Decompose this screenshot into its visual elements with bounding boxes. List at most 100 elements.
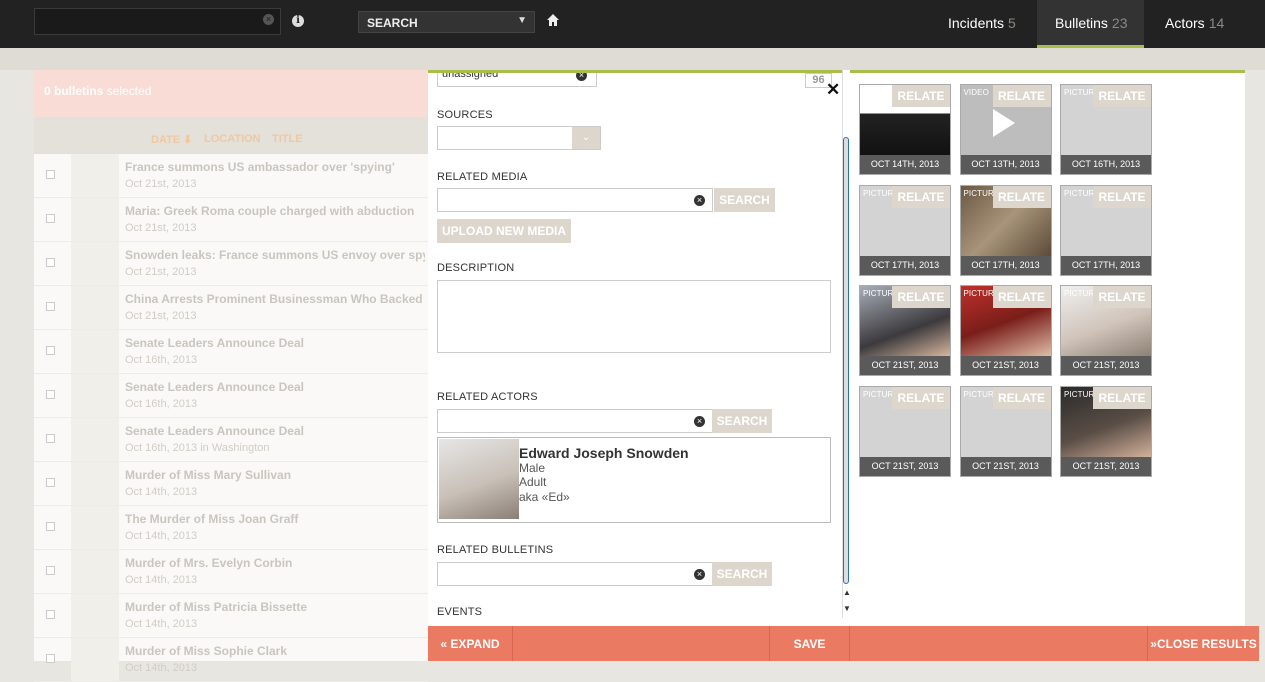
- media-tile[interactable]: PICTURE RELATE OCT 16TH, 2013: [1060, 84, 1152, 175]
- row-title[interactable]: Senate Leaders Announce Deal: [125, 380, 425, 394]
- sources-select[interactable]: ⌄: [437, 126, 601, 150]
- chevron-down-icon[interactable]: ⌄: [572, 127, 600, 149]
- table-row[interactable]: Murder of Miss Patricia Bissette Oct 14th…: [34, 594, 428, 638]
- media-tile[interactable]: PICTURE RELATE OCT 17TH, 2013: [1060, 184, 1152, 276]
- close-icon[interactable]: ✕: [826, 80, 840, 100]
- media-date: OCT 14TH, 2013: [860, 155, 950, 174]
- relate-button[interactable]: RELATE: [1093, 386, 1151, 409]
- row-title[interactable]: Murder of Miss Mary Sullivan: [125, 468, 425, 482]
- clear-icon[interactable]: ×: [694, 416, 705, 427]
- related-media-input[interactable]: ×: [437, 188, 713, 212]
- media-tile[interactable]: PICTURE RELATE OCT 17TH, 2013: [959, 184, 1052, 276]
- row-checkbox[interactable]: [46, 346, 55, 355]
- editor-scrollbar-thumb[interactable]: [843, 137, 849, 584]
- clear-icon[interactable]: ×: [263, 14, 274, 25]
- actor-card[interactable]: Edward Joseph Snowden Male Adult aka «Ed…: [437, 437, 831, 523]
- relate-button[interactable]: RELATE: [992, 85, 1051, 107]
- media-tile[interactable]: PICTURE RELATE OCT 21ST, 2013: [859, 285, 951, 376]
- row-checkbox[interactable]: [46, 610, 55, 619]
- related-media-label: RELATED MEDIA: [437, 171, 528, 183]
- search-mode-select[interactable]: SEARCH ▼: [358, 11, 535, 33]
- table-row[interactable]: The Murder of Miss Joan Graff Oct 14th, 2…: [34, 506, 428, 550]
- row-checkbox[interactable]: [46, 258, 55, 267]
- close-results-button[interactable]: »CLOSE RESULTS: [1148, 626, 1259, 661]
- table-row[interactable]: France summons US ambassador over 'spyin…: [34, 154, 428, 198]
- row-checkbox[interactable]: [46, 434, 55, 443]
- actor-photo: [439, 439, 519, 519]
- row-checkbox[interactable]: [46, 566, 55, 575]
- row-title[interactable]: Murder of Miss Sophie Clark: [125, 644, 425, 658]
- tab-actors[interactable]: Actors 14: [1147, 0, 1242, 48]
- column-title[interactable]: TITLE: [272, 133, 303, 145]
- bottom-action-bar: « EXPAND SAVE »CLOSE RESULTS: [428, 626, 1259, 661]
- table-row[interactable]: China Arrests Prominent Businessman Who …: [34, 286, 428, 330]
- media-tile[interactable]: PICTURE RELATE OCT 21ST, 2013: [1060, 385, 1152, 477]
- row-checkbox[interactable]: [46, 654, 55, 663]
- row-title[interactable]: Snowden leaks: France summons US envoy o…: [125, 248, 425, 262]
- table-row[interactable]: Senate Leaders Announce Deal Oct 16th, 20…: [34, 330, 428, 374]
- media-tile[interactable]: PICTURE RELATE OCT 21ST, 2013: [1060, 285, 1152, 376]
- media-tile[interactable]: VIDEO RELATE OCT 13TH, 2013: [959, 84, 1052, 175]
- description-textarea[interactable]: [437, 280, 831, 353]
- save-button[interactable]: SAVE: [770, 626, 849, 661]
- row-title[interactable]: Murder of Mrs. Evelyn Corbin: [125, 556, 425, 570]
- related-actors-input[interactable]: ×: [437, 409, 713, 433]
- expand-button[interactable]: « EXPAND: [428, 626, 512, 661]
- relate-button[interactable]: RELATE: [892, 85, 950, 107]
- relate-button[interactable]: RELATE: [992, 185, 1051, 208]
- row-checkbox[interactable]: [46, 170, 55, 179]
- column-location[interactable]: LOCATION: [204, 133, 261, 145]
- actor-aka: aka «Ed»: [519, 490, 570, 504]
- related-bulletins-input[interactable]: ×: [437, 562, 713, 586]
- tab-bulletins[interactable]: Bulletins 23: [1037, 0, 1144, 48]
- relate-button[interactable]: RELATE: [892, 185, 950, 208]
- media-tile[interactable]: PICTURE RELATE OCT 21ST, 2013: [959, 285, 1052, 376]
- relate-button[interactable]: RELATE: [992, 286, 1051, 308]
- home-icon[interactable]: [546, 13, 560, 27]
- row-date: Oct 16th, 2013: [125, 354, 198, 366]
- row-checkbox[interactable]: [46, 478, 55, 487]
- info-icon[interactable]: i: [292, 15, 304, 27]
- column-date[interactable]: DATE ⬇: [151, 133, 192, 146]
- search-input[interactable]: ×: [34, 8, 281, 35]
- table-row[interactable]: Maria: Greek Roma couple charged with ab…: [34, 198, 428, 242]
- related-actors-search-button[interactable]: SEARCH: [712, 409, 772, 433]
- relate-button[interactable]: RELATE: [992, 386, 1051, 409]
- row-title[interactable]: Senate Leaders Announce Deal: [125, 336, 425, 350]
- row-title[interactable]: The Murder of Miss Joan Graff: [125, 512, 425, 526]
- clear-icon[interactable]: ×: [694, 195, 705, 206]
- row-date: Oct 14th, 2013: [125, 662, 198, 674]
- row-checkbox[interactable]: [46, 214, 55, 223]
- row-title[interactable]: Maria: Greek Roma couple charged with ab…: [125, 204, 425, 218]
- relate-button[interactable]: RELATE: [1093, 185, 1151, 208]
- row-title[interactable]: China Arrests Prominent Businessman Who …: [125, 292, 425, 306]
- media-tile[interactable]: PICTURE RELATE OCT 21ST, 2013: [859, 385, 951, 477]
- relate-button[interactable]: RELATE: [1093, 286, 1151, 308]
- row-title[interactable]: Murder of Miss Patricia Bissette: [125, 600, 425, 614]
- relate-button[interactable]: RELATE: [892, 286, 950, 308]
- table-row[interactable]: Senate Leaders Announce Deal Oct 16th, 20…: [34, 374, 428, 418]
- assignee-field[interactable]: unassigned ×: [437, 73, 597, 87]
- table-row[interactable]: Murder of Miss Mary Sullivan Oct 14th, 20…: [34, 462, 428, 506]
- tab-incidents[interactable]: Incidents 5: [930, 0, 1033, 48]
- row-thumbnail: [71, 506, 119, 549]
- row-title[interactable]: Senate Leaders Announce Deal: [125, 424, 425, 438]
- media-tile[interactable]: PICTURE RELATE OCT 21ST, 2013: [959, 385, 1052, 477]
- row-checkbox[interactable]: [46, 302, 55, 311]
- related-bulletins-search-button[interactable]: SEARCH: [712, 562, 772, 586]
- clear-icon[interactable]: ×: [694, 569, 705, 580]
- table-row[interactable]: Snowden leaks: France summons US envoy o…: [34, 242, 428, 286]
- relate-button[interactable]: RELATE: [892, 386, 950, 409]
- media-tile[interactable]: PICTURE RELATE OCT 14TH, 2013: [859, 84, 951, 175]
- related-media-search-button[interactable]: SEARCH: [714, 188, 775, 212]
- table-row[interactable]: Murder of Mrs. Evelyn Corbin Oct 14th, 20…: [34, 550, 428, 594]
- relate-button[interactable]: RELATE: [1093, 85, 1151, 107]
- table-row[interactable]: Murder of Miss Sophie Clark Oct 14th, 201…: [34, 638, 428, 682]
- table-row[interactable]: Senate Leaders Announce Deal Oct 16th, 20…: [34, 418, 428, 462]
- upload-media-button[interactable]: UPLOAD NEW MEDIA: [437, 219, 571, 243]
- media-tile[interactable]: PICTURE RELATE OCT 17TH, 2013: [859, 184, 951, 276]
- row-title[interactable]: France summons US ambassador over 'spyin…: [125, 160, 425, 174]
- row-checkbox[interactable]: [46, 390, 55, 399]
- row-checkbox[interactable]: [46, 522, 55, 531]
- clear-icon[interactable]: ×: [576, 73, 587, 81]
